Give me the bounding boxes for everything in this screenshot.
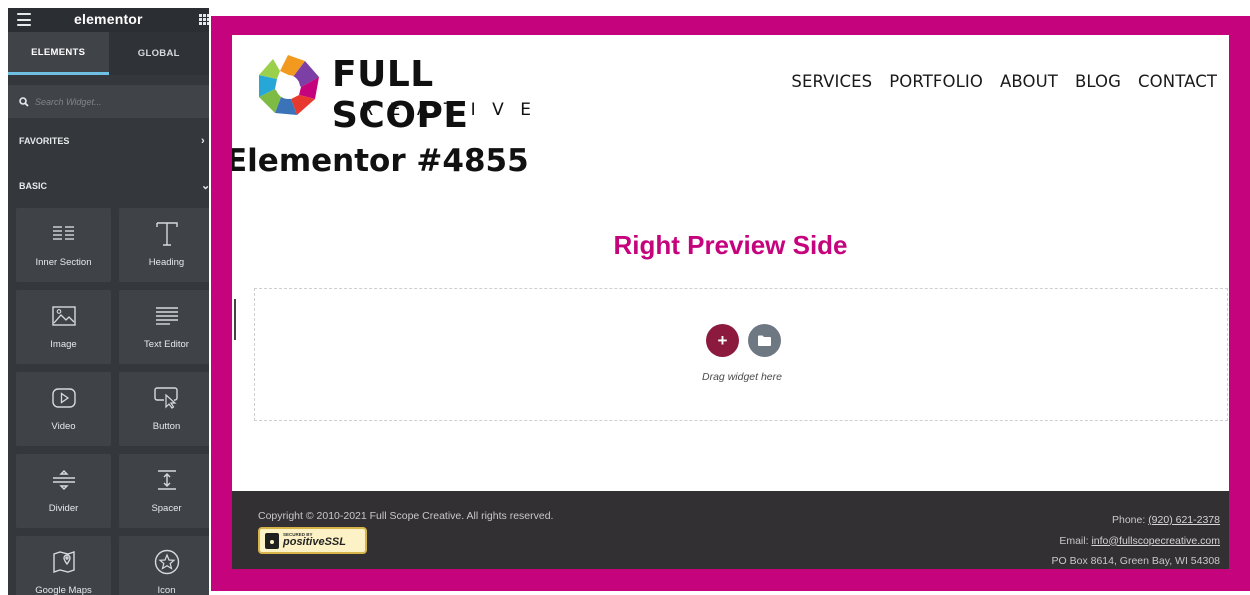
widget-label: Google Maps	[35, 585, 92, 595]
widget-label: Text Editor	[144, 339, 189, 350]
email-link[interactable]: info@fullscopecreative.com	[1091, 535, 1220, 547]
nav-link-portfolio[interactable]: PORTFOLIO	[889, 72, 983, 91]
text-editor-icon	[154, 303, 180, 329]
nav-link-about[interactable]: ABOUT	[1000, 72, 1058, 91]
widget-image[interactable]: Image	[16, 290, 111, 364]
ssl-text: SECURED BY positiveSSL	[283, 532, 346, 549]
widget-label: Icon	[157, 585, 176, 595]
widget-spacer[interactable]: Spacer	[119, 454, 209, 528]
dropzone-hint: Drag widget here	[702, 371, 782, 383]
widget-heading[interactable]: Heading	[119, 208, 209, 282]
category-basic[interactable]: BASIC ⌄	[8, 163, 209, 208]
email-label: Email:	[1059, 534, 1092, 547]
widget-search	[8, 85, 209, 118]
copyright-text: Copyright © 2010-2021 Full Scope Creativ…	[258, 510, 554, 522]
nav-link-blog[interactable]: BLOG	[1075, 72, 1121, 91]
logo-text-main: FULL SCOPE	[332, 54, 469, 136]
preview-canvas: FULL SCOPE CREATIVE SERVICES PORTFOLIO A…	[232, 35, 1229, 569]
widgets-grid-icon[interactable]	[199, 14, 209, 25]
panel-header: elementor	[8, 8, 209, 32]
ssl-brand: positiveSSL	[283, 536, 346, 549]
widget-video[interactable]: Video	[16, 372, 111, 446]
heading-icon	[154, 221, 180, 247]
footer-phone: Phone: (920) 621-2378	[1052, 510, 1220, 531]
elementor-panel: elementor ELEMENTS GLOBAL FAVORITES › BA…	[8, 8, 209, 595]
add-section-button[interactable]: +	[706, 324, 739, 357]
category-favorites[interactable]: FAVORITES ›	[8, 118, 209, 163]
nav-link-services[interactable]: SERVICES	[791, 72, 872, 91]
button-icon	[153, 385, 180, 411]
preview-frame: FULL SCOPE CREATIVE SERVICES PORTFOLIO A…	[211, 16, 1250, 591]
main-navigation: SERVICES PORTFOLIO ABOUT BLOG CONTACT	[791, 72, 1217, 91]
widget-divider[interactable]: Divider	[16, 454, 111, 528]
widget-label: Button	[152, 421, 181, 432]
widget-label: Image	[50, 339, 77, 350]
panel-tabs: ELEMENTS GLOBAL	[8, 32, 209, 75]
widget-label: Inner Section	[35, 257, 92, 268]
plus-icon: +	[717, 330, 728, 350]
dropzone-buttons: +	[706, 324, 781, 357]
site-logo[interactable]: FULL SCOPE CREATIVE	[253, 47, 573, 136]
category-label: FAVORITES	[19, 135, 70, 146]
phone-label: Phone:	[1111, 514, 1149, 526]
logo-mark-icon	[259, 55, 319, 115]
image-icon	[51, 303, 77, 329]
footer-address: PO Box 8614, Green Bay, WI 54308	[1051, 555, 1220, 567]
widget-google-maps[interactable]: Google Maps	[16, 536, 111, 595]
lock-icon	[265, 532, 279, 549]
widget-text-editor[interactable]: Text Editor	[119, 290, 209, 364]
logo-text-sub: CREATIVE	[333, 100, 548, 120]
folder-icon	[758, 335, 771, 346]
search-icon	[19, 96, 29, 107]
footer-email: Email: info@fullscopecreative.com	[1052, 531, 1220, 552]
widget-inner-section[interactable]: Inner Section	[16, 208, 111, 282]
nav-link-contact[interactable]: CONTACT	[1138, 72, 1217, 91]
spacer-icon	[154, 467, 180, 493]
footer-contact: Phone: (920) 621-2378 Email: info@fullsc…	[1052, 510, 1220, 569]
tab-elements[interactable]: ELEMENTS	[8, 32, 109, 75]
chevron-right-icon: ›	[201, 134, 205, 147]
elementor-logo: elementor	[74, 11, 143, 27]
category-label: BASIC	[19, 180, 48, 191]
widget-icon[interactable]: Icon	[119, 536, 209, 595]
tab-global[interactable]: GLOBAL	[108, 32, 209, 75]
widget-grid: Inner Section Heading Image Text Editor …	[8, 208, 209, 595]
chevron-down-icon: ⌄	[201, 180, 209, 192]
search-widget-input[interactable]	[35, 96, 185, 107]
widget-label: Spacer	[151, 503, 182, 514]
section-heading[interactable]: Right Preview Side	[232, 230, 1229, 261]
widget-dropzone[interactable]: + Drag widget here	[254, 288, 1228, 421]
add-template-button[interactable]	[748, 324, 781, 357]
inner-section-icon	[51, 221, 77, 247]
phone-link[interactable]: (920) 621-2378	[1148, 514, 1220, 526]
hamburger-menu-icon[interactable]	[17, 13, 31, 26]
ssl-seal[interactable]: SECURED BY positiveSSL	[258, 527, 367, 554]
divider-icon	[51, 467, 77, 493]
widget-label: Heading	[148, 257, 185, 268]
google-maps-icon	[51, 549, 77, 575]
widget-label: Divider	[48, 503, 79, 514]
panel-resize-handle[interactable]	[234, 299, 236, 340]
page-title: Elementor #4855	[232, 143, 529, 179]
widget-label: Video	[51, 421, 76, 432]
site-footer: Copyright © 2010-2021 Full Scope Creativ…	[232, 491, 1229, 569]
video-icon	[51, 385, 77, 411]
star-icon	[154, 549, 180, 575]
widget-button[interactable]: Button	[119, 372, 209, 446]
